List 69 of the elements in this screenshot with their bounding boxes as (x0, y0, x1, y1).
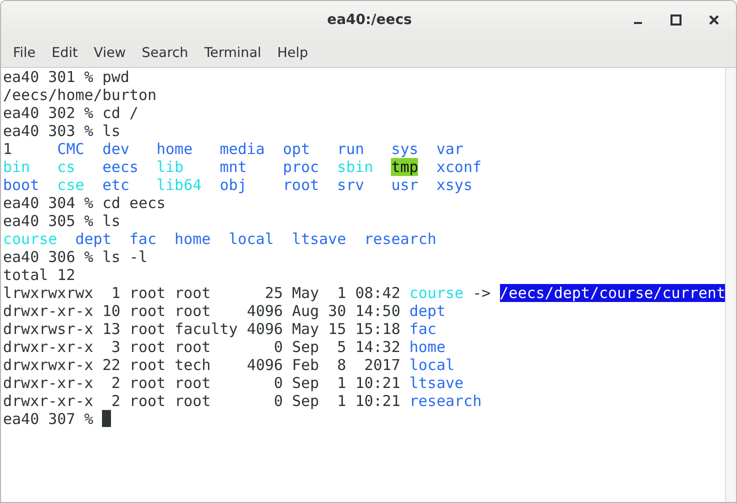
file-name: home (409, 338, 446, 356)
file-name: course (409, 284, 464, 302)
file-name: etc (102, 176, 130, 194)
file-details: drwxr-xr-x 2 root root 0 Sep 1 10:21 (3, 392, 400, 410)
menu-item[interactable]: Search (134, 44, 196, 60)
file-name: course (3, 230, 58, 248)
file-name: sbin (337, 158, 374, 176)
file-name: obj (220, 176, 247, 194)
file-name: lib64 (156, 176, 202, 194)
file-name: CMC (57, 140, 84, 158)
file-name: research (409, 392, 482, 410)
terminal-line: total 12 (3, 266, 76, 284)
file-name: boot (3, 176, 40, 194)
file-name: xsys (436, 176, 472, 194)
file-name: ltsave (409, 374, 464, 392)
file-name: ltsave (292, 230, 346, 248)
menu-item[interactable]: Terminal (196, 44, 270, 60)
file-name: srv (337, 176, 364, 194)
file-name: eecs (102, 158, 138, 176)
file-name: media (220, 140, 265, 158)
file-name: var (436, 140, 464, 158)
prompt-text: ea40 307 % (3, 410, 94, 428)
file-details: drwxr-xr-x 3 root root 0 Sep 5 14:32 (3, 338, 400, 356)
menu-item[interactable]: Help (269, 44, 316, 60)
scrollbar[interactable] (725, 68, 736, 502)
menu-item[interactable]: View (86, 44, 134, 60)
file-name: fac (129, 230, 156, 248)
file-name: research (364, 230, 436, 248)
file-name: tmp (391, 158, 418, 176)
file-name: dept (409, 302, 446, 320)
terminal-line: ea40 304 % cd eecs (3, 194, 166, 212)
file-name: run (337, 140, 364, 158)
file-details: drwxrwsr-x 13 root faculty 4096 May 15 15:18 (3, 320, 400, 338)
file-name: fac (409, 320, 436, 338)
file-details: drwxrwxr-x 22 root tech 4096 Feb 8 2017 (3, 356, 400, 374)
maximize-icon[interactable] (670, 14, 682, 26)
terminal-line: /eecs/home/burton (3, 86, 157, 104)
file-name: cse (57, 176, 84, 194)
menu-item[interactable]: Edit (44, 44, 86, 60)
file-details: drwxr-xr-x 2 root root 0 Sep 1 10:21 (3, 374, 400, 392)
file-name: dev (102, 140, 130, 158)
window-title: ea40:/eecs (326, 12, 413, 28)
file-name: mnt (220, 158, 247, 176)
file-name: home (156, 140, 193, 158)
terminal-line: ea40 301 % pwd (3, 68, 130, 86)
close-icon[interactable] (708, 14, 720, 26)
file-name: home (174, 230, 211, 248)
menu-item[interactable]: File (5, 44, 44, 60)
file-name: usr (391, 176, 418, 194)
file-name: local (228, 230, 274, 248)
file-details: lrwxrwxrwx 1 root root 25 May 1 08:42 (3, 284, 400, 302)
terminal-line: ea40 305 % ls (3, 212, 120, 230)
terminal-line: ea40 302 % cd / (3, 104, 138, 122)
file-name: xconf (436, 158, 482, 176)
file-name: cs (57, 158, 76, 176)
file-name: opt (282, 140, 310, 158)
file-details: drwxr-xr-x 10 root root 4096 Aug 30 14:50 (3, 302, 400, 320)
file-name: lib (156, 158, 184, 176)
file-name: proc (282, 158, 320, 176)
file-name: local (409, 356, 455, 374)
link-arrow: -> (472, 284, 491, 302)
file-name: bin (3, 158, 30, 176)
file-name: sys (391, 140, 418, 158)
file-name: dept (75, 230, 112, 248)
terminal-line: ea40 303 % ls (3, 122, 120, 140)
file-name: 1 (3, 140, 12, 158)
file-name: root (282, 176, 320, 194)
link-target: /eecs/dept/course/current (500, 284, 726, 302)
terminal-line: ea40 306 % ls -l (3, 248, 148, 266)
